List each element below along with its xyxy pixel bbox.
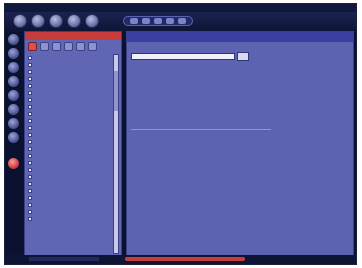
refresh-button[interactable] [67, 14, 81, 28]
list-item[interactable] [28, 112, 113, 117]
list-item[interactable] [28, 154, 113, 159]
checkbox[interactable] [28, 133, 32, 137]
list-item[interactable] [28, 217, 113, 222]
list-item[interactable] [28, 91, 113, 96]
sidebar-panel [24, 31, 122, 259]
window-title [5, 4, 356, 12]
browse-button[interactable] [237, 52, 249, 61]
list-item[interactable] [28, 196, 113, 201]
checkbox[interactable] [28, 182, 32, 186]
view-icon[interactable] [178, 18, 186, 24]
checkbox[interactable] [28, 126, 32, 130]
up-button[interactable] [49, 14, 63, 28]
divider [131, 129, 271, 130]
link-icon[interactable] [52, 42, 61, 51]
rail-button[interactable] [8, 132, 19, 143]
checkbox[interactable] [28, 140, 32, 144]
status-text [125, 257, 245, 261]
main-panel [126, 31, 354, 259]
delete-icon[interactable] [88, 42, 97, 51]
list-item[interactable] [28, 210, 113, 215]
checkbox[interactable] [28, 175, 32, 179]
folder-icon[interactable] [28, 42, 37, 51]
copy-icon[interactable] [64, 42, 73, 51]
rail-button-alert[interactable] [8, 158, 19, 169]
rail-button[interactable] [8, 104, 19, 115]
list-item[interactable] [28, 56, 113, 61]
checkbox[interactable] [28, 217, 32, 221]
view-icon[interactable] [130, 18, 138, 24]
checkbox[interactable] [28, 63, 32, 67]
list-item[interactable] [28, 175, 113, 180]
rail-button[interactable] [8, 34, 19, 45]
list-item[interactable] [28, 182, 113, 187]
path-input[interactable] [131, 53, 235, 60]
forward-button[interactable] [31, 14, 45, 28]
left-rail [7, 34, 21, 262]
checkbox[interactable] [28, 105, 32, 109]
checkbox[interactable] [28, 84, 32, 88]
rail-button[interactable] [8, 62, 19, 73]
list-item[interactable] [28, 84, 113, 89]
list-item[interactable] [28, 140, 113, 145]
status-left [29, 257, 99, 261]
list-item[interactable] [28, 189, 113, 194]
sidebar-scrollbar[interactable] [113, 54, 119, 254]
list-item[interactable] [28, 203, 113, 208]
list-item[interactable] [28, 168, 113, 173]
list-item[interactable] [28, 77, 113, 82]
checkbox[interactable] [28, 70, 32, 74]
list-item[interactable] [28, 126, 113, 131]
rail-button[interactable] [8, 48, 19, 59]
scroll-thumb[interactable] [114, 71, 118, 111]
rail-button[interactable] [8, 118, 19, 129]
view-switcher[interactable] [123, 16, 193, 26]
list-item[interactable] [28, 161, 113, 166]
list-item[interactable] [28, 105, 113, 110]
view-icon[interactable] [154, 18, 162, 24]
checkbox[interactable] [28, 147, 32, 151]
checkbox[interactable] [28, 161, 32, 165]
sidebar-toolbar [28, 42, 118, 52]
view-icon[interactable] [166, 18, 174, 24]
toolbar [5, 12, 356, 32]
view-icon[interactable] [142, 18, 150, 24]
checkbox[interactable] [28, 91, 32, 95]
star-icon[interactable] [40, 42, 49, 51]
app-window [4, 3, 357, 265]
checkbox[interactable] [28, 168, 32, 172]
list-item[interactable] [28, 147, 113, 152]
list-item[interactable] [28, 119, 113, 124]
checkbox[interactable] [28, 77, 32, 81]
sidebar-list [28, 56, 113, 222]
checkbox[interactable] [28, 112, 32, 116]
grid-icon[interactable] [76, 42, 85, 51]
checkbox[interactable] [28, 203, 32, 207]
back-button[interactable] [13, 14, 27, 28]
rail-button[interactable] [8, 90, 19, 101]
checkbox[interactable] [28, 154, 32, 158]
checkbox[interactable] [28, 119, 32, 123]
rail-button[interactable] [8, 76, 19, 87]
home-button[interactable] [85, 14, 99, 28]
checkbox[interactable] [28, 196, 32, 200]
checkbox[interactable] [28, 98, 32, 102]
list-item[interactable] [28, 133, 113, 138]
list-item[interactable] [28, 63, 113, 68]
checkbox[interactable] [28, 189, 32, 193]
list-item[interactable] [28, 70, 113, 75]
status-bar [5, 255, 356, 264]
checkbox[interactable] [28, 56, 32, 60]
list-item[interactable] [28, 98, 113, 103]
sidebar-header [25, 32, 121, 40]
checkbox[interactable] [28, 210, 32, 214]
main-title [127, 32, 353, 42]
